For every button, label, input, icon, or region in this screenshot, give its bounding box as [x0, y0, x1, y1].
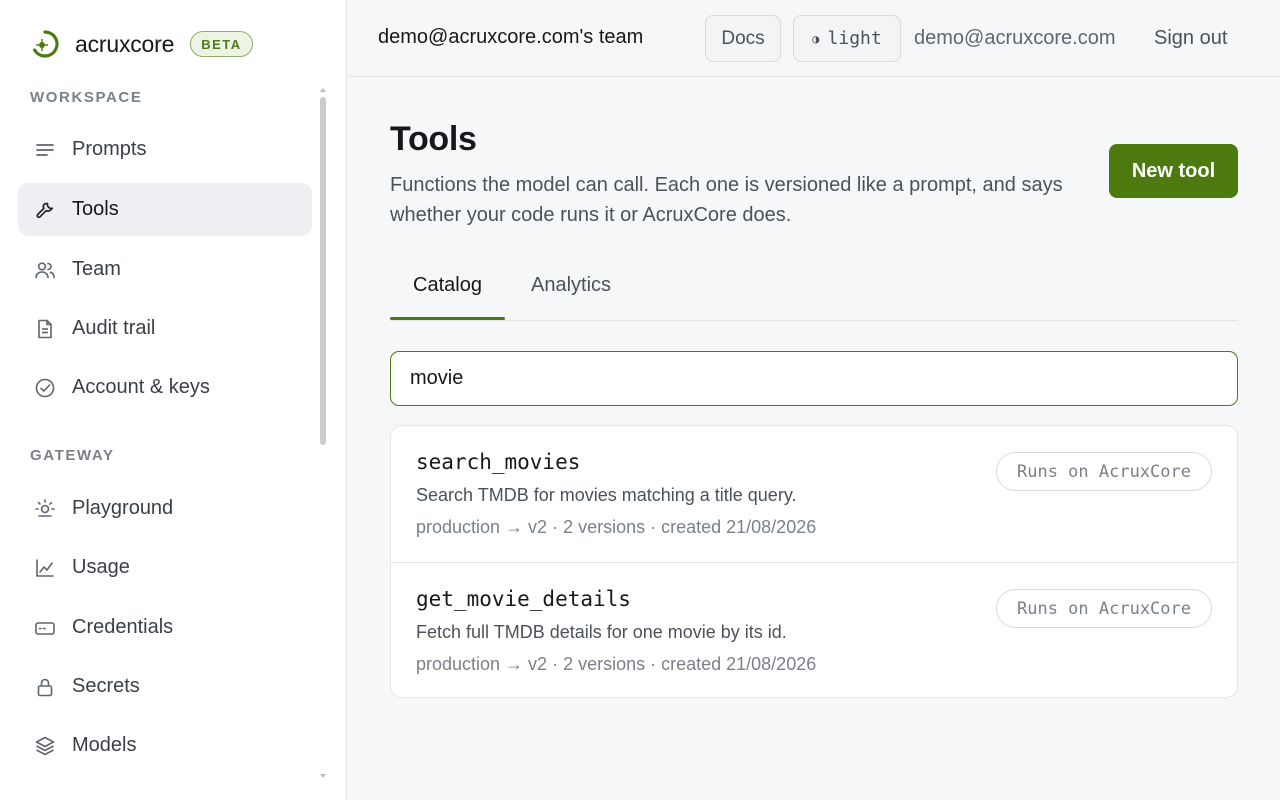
sidebar-scrollbar[interactable] [320, 97, 326, 445]
half-circle-icon: ◑ [812, 31, 820, 46]
sign-out-button[interactable]: Sign out [1154, 27, 1227, 50]
scroll-up-arrow-icon[interactable] [320, 88, 326, 92]
runtime-badge: Runs on AcruxCore [996, 452, 1212, 491]
theme-toggle-label: light [827, 28, 882, 49]
sidebar-item-label: Usage [72, 556, 130, 578]
sidebar-item-playground[interactable]: Playground [18, 482, 312, 535]
sidebar-item-label: Audit trail [72, 317, 156, 339]
wrench-icon [34, 199, 56, 221]
brand-name: acruxcore [75, 30, 175, 57]
document-icon [34, 318, 56, 340]
sidebar-item-audit-trail[interactable]: Audit trail [18, 302, 312, 355]
theme-toggle-button[interactable]: ◑ light [793, 15, 901, 62]
top-bar: demo@acruxcore.com's team Docs ◑ light d… [348, 0, 1280, 77]
users-icon [34, 259, 56, 281]
sidebar-item-label: Team [72, 258, 121, 280]
tool-meta: production → v2 · 2 versions · created 2… [416, 654, 817, 674]
tool-row[interactable]: search_movies Search TMDB for movies mat… [391, 426, 1237, 562]
sidebar-item-label: Credentials [72, 616, 174, 638]
sidebar-item-usage[interactable]: Usage [18, 541, 312, 594]
tool-name: get_movie_details [416, 587, 631, 611]
sidebar-item-models[interactable]: Models [18, 719, 312, 772]
team-name[interactable]: demo@acruxcore.com's team [378, 26, 643, 49]
new-tool-button[interactable]: New tool [1109, 144, 1238, 198]
section-label-gateway: GATEWAY [30, 447, 115, 464]
page-description: Functions the model can call. Each one i… [390, 174, 1063, 226]
sidebar-nav: WORKSPACE Prompts Tools Team Audit trail [0, 80, 320, 780]
sidebar-item-label: Playground [72, 497, 174, 519]
page-title: Tools [390, 120, 477, 158]
tool-name: search_movies [416, 450, 581, 474]
scroll-down-arrow-icon[interactable] [320, 774, 326, 778]
section-label-workspace: WORKSPACE [30, 89, 143, 106]
new-tool-button-label: New tool [1131, 159, 1216, 182]
docs-button-label: Docs [721, 27, 765, 49]
sidebar-item-tools[interactable]: Tools [18, 183, 312, 236]
sidebar-item-credentials[interactable]: Credentials [18, 601, 312, 654]
user-email: demo@acruxcore.com [914, 27, 1116, 49]
tool-row[interactable]: get_movie_details Fetch full TMDB detail… [391, 562, 1237, 697]
sun-icon [34, 498, 56, 520]
active-tab-indicator [390, 317, 505, 320]
beta-badge: BETA [190, 31, 253, 57]
tab-catalog[interactable]: Catalog [390, 274, 505, 320]
lock-icon [34, 676, 56, 698]
line-chart-icon [34, 557, 56, 579]
sidebar-item-team[interactable]: Team [18, 243, 312, 296]
brand[interactable]: acruxcore BETA [30, 26, 253, 62]
tabs: Catalog Analytics [390, 262, 1238, 321]
tool-description: Search TMDB for movies matching a title … [416, 485, 797, 505]
sidebar: acruxcore BETA WORKSPACE Prompts Tools T… [0, 0, 347, 800]
sidebar-item-label: Prompts [72, 138, 147, 160]
sidebar-item-label: Secrets [72, 675, 140, 697]
sidebar-item-label: Tools [72, 198, 119, 220]
sidebar-item-label: Models [72, 734, 137, 756]
card-icon [34, 617, 56, 639]
list-lines-icon [34, 139, 56, 161]
sidebar-item-secrets[interactable]: Secrets [18, 660, 312, 713]
acruxcore-logo-icon [30, 29, 60, 59]
layers-icon [34, 735, 56, 757]
tab-analytics[interactable]: Analytics [531, 274, 611, 320]
sidebar-item-label: Account & keys [72, 376, 210, 398]
tool-description: Fetch full TMDB details for one movie by… [416, 622, 787, 642]
tool-list: search_movies Search TMDB for movies mat… [390, 425, 1238, 698]
check-circle-icon [34, 377, 56, 399]
sidebar-item-account-keys[interactable]: Account & keys [18, 361, 312, 414]
docs-button[interactable]: Docs [705, 15, 781, 62]
search-input[interactable] [390, 351, 1238, 406]
runtime-badge: Runs on AcruxCore [996, 589, 1212, 628]
tool-meta: production → v2 · 2 versions · created 2… [416, 517, 817, 537]
sidebar-item-prompts[interactable]: Prompts [18, 123, 312, 176]
